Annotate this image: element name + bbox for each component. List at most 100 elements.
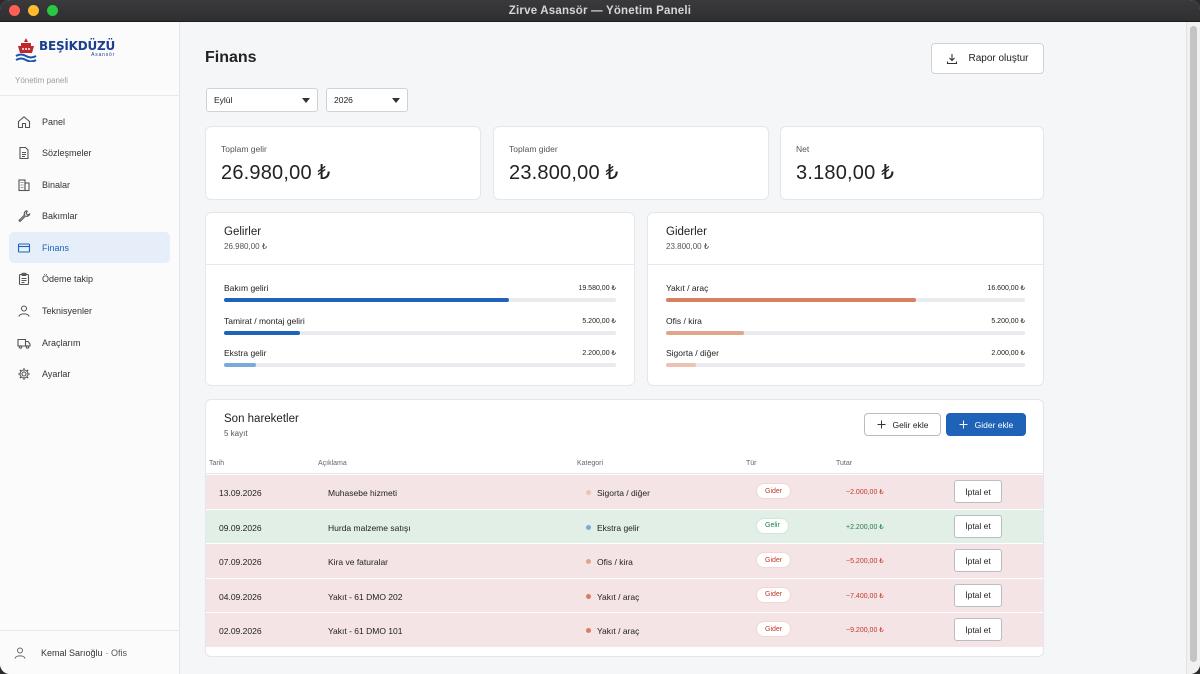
bar-track [224,363,616,367]
bar-label: Yakıt / araç [666,283,709,293]
sidebar-item-finans[interactable]: Finans [9,232,170,264]
income-header: Gelirler 26.980,00 ₺ [206,213,634,265]
stat-value: 23.800,00 ₺ [509,162,619,184]
stat-label: Toplam gider [509,144,558,154]
category-dot [586,628,591,633]
add-expense-button[interactable]: Gider ekle [946,413,1026,436]
year-select-value: 2026 [334,95,353,105]
bar-track [666,331,1025,335]
row-date: 13.09.2026 [219,488,262,498]
table-row: 02.09.2026 Yakıt - 61 DMO 101 Yakıt / ar… [206,613,1043,648]
income-total: 26.980,00 ₺ [224,242,267,251]
bar-fill [666,363,697,367]
row-category-label: Yakıt / araç [597,591,640,602]
stat-label: Net [796,144,810,154]
recent-transactions-card: Son hareketler 5 kayıt Gelir ekle Gider … [205,399,1044,657]
user-role: · Ofis [105,647,128,658]
cancel-transaction-button[interactable]: İptal et [954,583,1002,607]
vertical-scrollbar[interactable] [1186,22,1200,674]
bar-value: 2.000,00 ₺ [991,350,1025,357]
cancel-transaction-button[interactable]: İptal et [954,480,1002,503]
row-date: 07.09.2026 [219,557,262,567]
chevron-down-icon [392,98,400,103]
sidebar-item-label: Ödeme takip [42,274,94,285]
chevron-down-icon [302,98,310,103]
logo: BEŞİKDÜZÜ Asansör [15,36,179,70]
app-window: Zirve Asansör — Yönetim Paneli BEŞİKDÜZÜ [0,0,1200,674]
sidebar-item-label: Finans [42,242,70,253]
row-date: 02.09.2026 [219,626,262,636]
add-income-button[interactable]: Gelir ekle [864,413,941,436]
credit-card-icon [16,240,32,256]
month-select[interactable]: Eylül [206,88,318,112]
brand-subtitle: Yönetim paneli [15,76,68,85]
row-category: Sigorta / diğer [586,488,650,498]
type-badge: Gider [756,552,792,568]
row-amount: −2.000,00 ₺ [846,489,884,496]
main-content: Finans Rapor oluştur Eylül 2026 Toplam g… [180,22,1200,674]
sidebar-item-binalar[interactable]: Binalar [9,169,170,200]
brand-name: BEŞİKDÜZÜ [39,39,116,53]
brand-tagline: Asansör [91,52,116,58]
person-icon [16,303,32,319]
sidebar-item-label: Bakımlar [42,211,78,222]
month-select-value: Eylül [214,95,233,105]
bar-value: 16.600,00 ₺ [987,285,1025,292]
sidebar-item-teknisyenler[interactable]: Teknisyenler [9,296,170,327]
scrollbar-thumb[interactable] [1190,26,1197,662]
row-category-label: Ofis / kira [597,557,633,567]
cancel-transaction-button[interactable]: İptal et [954,618,1002,641]
type-badge: Gider [756,621,792,637]
sidebar-item-araclarim[interactable]: Araçlarım [9,327,170,358]
row-description: Kira ve faturalar [328,557,388,567]
category-dot [586,490,591,495]
row-amount: −5.200,00 ₺ [846,558,884,565]
sidebar-item-panel[interactable]: Panel [9,106,170,137]
income-bar-row: Bakım geliri 19.580,00 ₺ [224,283,616,313]
download-icon [947,53,958,64]
sidebar-item-bakimlar[interactable]: Bakımlar [9,201,170,232]
sidebar-item-label: Binalar [42,179,71,190]
user-profile[interactable]: Kemal Sarıoğlu · Ofis [0,630,179,674]
column-header-date: Tarih [209,460,225,467]
row-category: Ekstra gelir [586,523,640,533]
column-header-amount: Tutar [836,460,853,467]
stat-card-total-income: Toplam gelir 26.980,00 ₺ [205,126,481,200]
wrench-icon [16,208,32,224]
income-bar-row: Tamirat / montaj geliri 5.200,00 ₺ [224,316,616,346]
cancel-transaction-button[interactable]: İptal et [954,514,1002,538]
page-title: Finans [205,49,257,66]
sidebar-item-ayarlar[interactable]: Ayarlar [9,359,170,390]
stat-card-net: Net 3.180,00 ₺ [780,126,1044,200]
cancel-transaction-button[interactable]: İptal et [954,549,1002,572]
table-header: Tarih Açıklama Kategori Tür Tutar [206,453,1043,474]
sidebar-nav: Panel Sözleşmeler Binalar Bakımlar Finan… [0,96,179,400]
create-report-label: Rapor oluştur [968,53,1029,64]
column-header-type: Tür [746,460,757,467]
table-row: 04.09.2026 Yakıt - 61 DMO 202 Yakıt / ar… [206,578,1043,613]
plus-icon [959,420,968,429]
row-description: Yakıt - 61 DMO 101 [328,626,403,636]
bar-track [666,298,1025,302]
bar-fill [666,298,917,302]
window-title: Zirve Asansör — Yönetim Paneli [508,4,692,17]
sidebar-item-odeme-takip[interactable]: Ödeme takip [9,264,170,295]
row-amount: −7.400,00 ₺ [846,592,884,600]
row-category-label: Ekstra gelir [597,522,640,533]
transactions-title: Son hareketler [224,413,299,425]
bar-value: 5.200,00 ₺ [582,318,616,325]
logo-emblem-icon [15,38,37,62]
bar-label: Ofis / kira [666,316,702,326]
expense-breakdown-card: Giderler 23.800,00 ₺ Yakıt / araç 16.600… [647,212,1044,386]
table-row: 07.09.2026 Kira ve faturalar Ofis / kira… [206,544,1043,579]
bar-label: Bakım geliri [224,283,269,293]
bar-fill [224,331,300,335]
bar-fill [666,331,745,335]
row-description: Yakıt - 61 DMO 202 [328,591,403,602]
row-amount: −9.200,00 ₺ [846,627,884,634]
create-report-button[interactable]: Rapor oluştur [931,43,1044,74]
sidebar-item-sozlesmeler[interactable]: Sözleşmeler [9,138,170,169]
year-select[interactable]: 2026 [326,88,408,112]
column-header-category: Kategori [577,460,604,467]
home-icon [16,114,32,130]
